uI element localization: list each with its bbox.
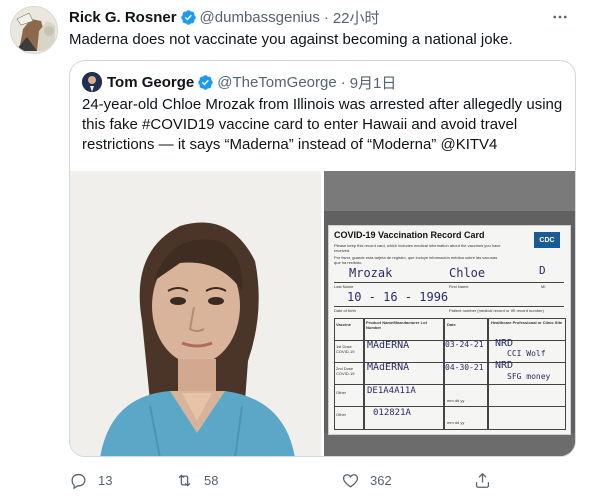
card-row2-date: 04-30-21 bbox=[445, 363, 484, 372]
tweet-timestamp[interactable]: 22小时 bbox=[333, 7, 380, 28]
card-row-line-4 bbox=[334, 406, 566, 407]
quoted-tweet-header: Tom George @TheTomGeorge · 9月1日 bbox=[82, 71, 396, 93]
like-count: 362 bbox=[370, 472, 392, 488]
more-horizontal-icon[interactable] bbox=[549, 6, 571, 28]
card-row4-product: 012821A bbox=[373, 408, 411, 418]
card-label-patient: Patient number (medical record or IIS re… bbox=[449, 308, 544, 313]
mugshot-illustration bbox=[70, 171, 321, 456]
share-button[interactable] bbox=[473, 471, 492, 490]
verified-badge-icon bbox=[180, 9, 196, 25]
cdc-logo: CDC bbox=[534, 232, 560, 248]
tweet-header: Rick G. Rosner @dumbassgenius · 22小时 bbox=[69, 6, 571, 28]
card-dob-line bbox=[334, 306, 564, 307]
quoted-author-avatar[interactable] bbox=[82, 72, 102, 92]
card-row1-product: MAdERNA bbox=[367, 340, 410, 351]
card-signature-2: SFG money bbox=[507, 372, 551, 381]
card-row-line-3 bbox=[334, 384, 566, 385]
card-row3-product: DE1A4A11A bbox=[367, 386, 416, 396]
card-header-date: Date bbox=[447, 322, 456, 327]
card-row1-site: NRD bbox=[495, 338, 514, 349]
card-last-name: Mrozak bbox=[349, 266, 393, 280]
header-separator: · bbox=[323, 8, 329, 26]
card-row2-product: MAdERNA bbox=[367, 362, 410, 373]
quoted-tweet-text: 24-year-old Chloe Mrozak from Illinois w… bbox=[82, 96, 563, 153]
card-row1-label: 1st Dose COVID-19 bbox=[336, 344, 355, 354]
card-middle-initial: D bbox=[539, 264, 546, 277]
quoted-verified-badge-icon bbox=[198, 74, 213, 90]
card-label-dob: Date of birth bbox=[334, 308, 356, 313]
card-row2-label: 2nd Dose COVID-19 bbox=[336, 366, 355, 376]
vaccination-card: COVID-19 Vaccination Record Card CDC Ple… bbox=[328, 225, 571, 435]
card-header-site: Healthcare Professional or Clinic Site bbox=[491, 320, 563, 325]
tweet[interactable]: Rick G. Rosner @dumbassgenius · 22小时 Mad… bbox=[0, 0, 591, 504]
avatar-illustration bbox=[11, 7, 57, 53]
quoted-author-handle[interactable]: @TheTomGeorge bbox=[217, 74, 336, 91]
card-row3-label: Other bbox=[336, 390, 347, 395]
author-name[interactable]: Rick G. Rosner bbox=[69, 9, 177, 26]
card-signature: CCI Wolf bbox=[507, 349, 546, 358]
card-info-spanish: Por favor, guarde esta tarjeta de regist… bbox=[334, 255, 498, 265]
heart-icon bbox=[342, 473, 359, 488]
retweet-icon bbox=[178, 473, 191, 487]
card-header-vaccine: Vaccine bbox=[336, 322, 351, 327]
reply-icon bbox=[71, 473, 86, 489]
mugshot-photo[interactable] bbox=[70, 171, 321, 456]
card-row4-date-placeholder: mm dd yy bbox=[447, 420, 465, 425]
tweet-actions: 13 58 362 bbox=[69, 466, 509, 494]
reply-count: 13 bbox=[98, 472, 113, 488]
share-icon bbox=[475, 472, 490, 488]
card-label-first: First Name bbox=[449, 284, 469, 289]
card-row4-label: Other bbox=[336, 412, 347, 417]
card-title: COVID-19 Vaccination Record Card bbox=[334, 230, 485, 240]
quoted-avatar-illustration bbox=[82, 72, 102, 92]
card-first-name: Chloe bbox=[449, 266, 486, 280]
retweet-count: 58 bbox=[204, 472, 219, 488]
quoted-media[interactable]: COVID-19 Vaccination Record Card CDC Ple… bbox=[70, 171, 575, 456]
card-row3-date-placeholder: mm dd yy bbox=[447, 398, 465, 403]
card-info-english: Please keep this record card, which incl… bbox=[334, 243, 501, 253]
tweet-text: Maderna does not vaccinate you against b… bbox=[69, 31, 513, 48]
card-header-product: Product Name/Manufacturer Lot Number bbox=[366, 320, 427, 330]
quoted-timestamp[interactable]: 9月1日 bbox=[350, 72, 397, 93]
card-label-last: Last Name bbox=[334, 284, 354, 289]
author-handle[interactable]: @dumbassgenius bbox=[200, 9, 320, 26]
quoted-header-separator: · bbox=[340, 73, 346, 91]
quoted-author-name[interactable]: Tom George bbox=[107, 74, 194, 91]
like-button[interactable]: 362 bbox=[341, 471, 392, 490]
quoted-tweet[interactable]: Tom George @TheTomGeorge · 9月1日 24-year-… bbox=[69, 60, 576, 457]
author-avatar[interactable] bbox=[10, 6, 58, 54]
card-name-line bbox=[334, 282, 564, 283]
card-dob: 10 - 16 - 1996 bbox=[347, 290, 449, 304]
card-row2-site: NRD bbox=[495, 360, 514, 371]
card-col-date bbox=[444, 318, 488, 430]
reply-button[interactable]: 13 bbox=[69, 471, 112, 490]
card-row1-date: 03-24-21 bbox=[445, 340, 484, 349]
vaccine-card-photo[interactable]: COVID-19 Vaccination Record Card CDC Ple… bbox=[324, 171, 575, 456]
card-label-mi: MI bbox=[541, 284, 546, 289]
retweet-button[interactable]: 58 bbox=[175, 471, 218, 490]
